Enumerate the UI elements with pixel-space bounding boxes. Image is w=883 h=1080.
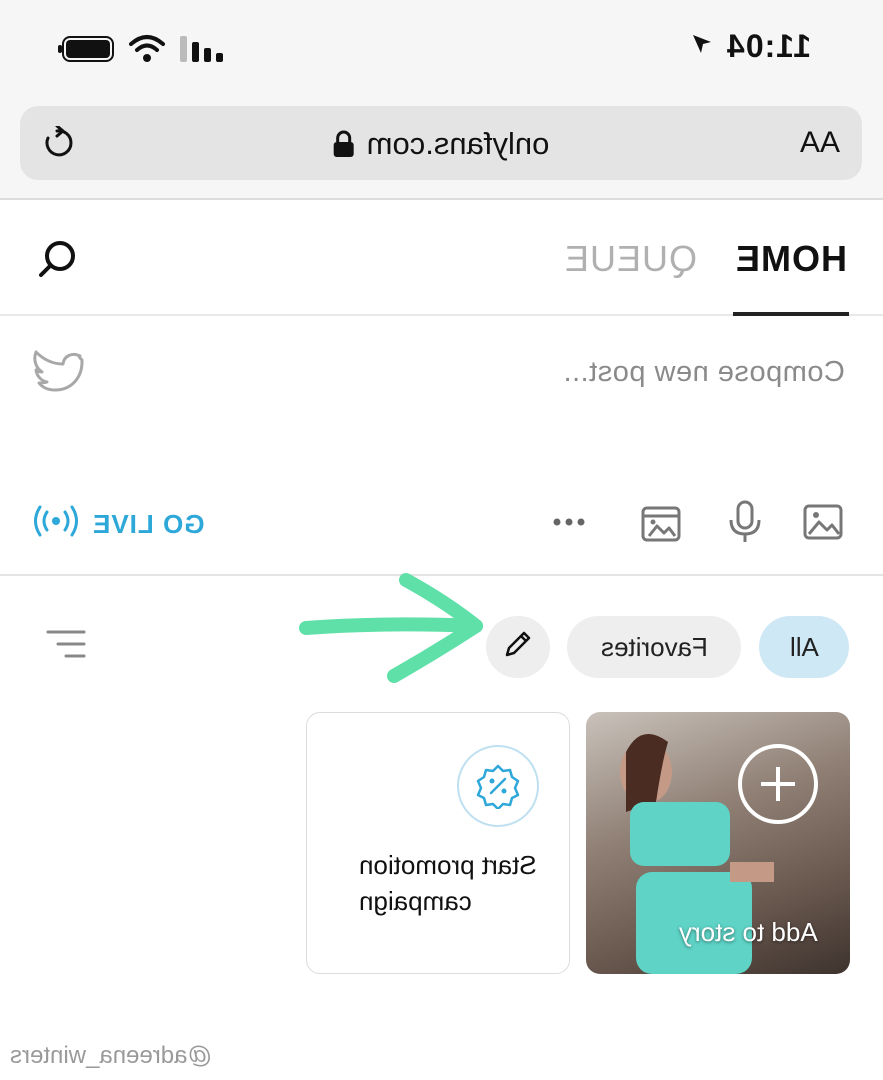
reader-settings-button[interactable]: AA — [800, 126, 840, 160]
status-time: 11:04 — [725, 28, 811, 64]
cellular-signal-icon — [180, 36, 224, 67]
broadcast-icon — [32, 504, 80, 545]
battery-icon — [58, 36, 114, 67]
status-bar: 11:04 — [0, 0, 883, 100]
annotation-arrow-icon — [296, 566, 496, 691]
filter-all-label: All — [789, 631, 819, 662]
home-tabs: HOME QUEUE — [0, 202, 883, 316]
twitter-share-icon[interactable] — [32, 350, 84, 399]
filter-all-chip[interactable]: All — [759, 616, 849, 678]
more-options-icon[interactable] — [545, 498, 593, 546]
filter-favorites-label: Favorites — [600, 631, 708, 662]
filter-favorites-chip[interactable]: Favorites — [567, 616, 741, 678]
microphone-icon[interactable] — [721, 498, 769, 546]
active-tab-indicator — [733, 312, 849, 316]
add-to-story-label: Add to story — [679, 917, 818, 947]
compose-input[interactable]: Compose new post... — [563, 356, 845, 389]
vault-icon[interactable] — [637, 498, 685, 546]
tab-queue[interactable]: QUEUE — [564, 238, 697, 280]
url-display[interactable]: onlyfans.com — [333, 126, 550, 162]
wifi-icon — [128, 34, 166, 69]
start-promotion-label: Start promotion campaign — [359, 850, 537, 916]
image-icon[interactable] — [799, 498, 847, 546]
address-bar[interactable]: AA onlyfans.com — [20, 106, 862, 180]
go-live-button[interactable]: GO LIVE — [32, 504, 204, 545]
go-live-label: GO LIVE — [92, 509, 205, 539]
search-icon[interactable] — [36, 238, 80, 282]
start-promotion-card[interactable]: Start promotion campaign — [306, 712, 570, 974]
add-to-story-card[interactable]: Add to story — [586, 712, 850, 974]
clock: 11:04 — [690, 28, 811, 65]
reload-icon[interactable] — [40, 124, 74, 165]
browser-chrome: AA onlyfans.com — [0, 100, 883, 200]
sort-lines-icon[interactable] — [42, 624, 90, 668]
url-text: onlyfans.com — [366, 126, 550, 161]
tab-home[interactable]: HOME — [735, 238, 847, 280]
add-story-plus-icon — [738, 744, 818, 824]
discount-badge-icon — [457, 745, 539, 827]
status-icons — [58, 34, 224, 69]
location-arrow-icon — [690, 32, 714, 61]
compose-toolbar: GO LIVE — [0, 490, 883, 576]
watermark-text: @adreena_winters — [10, 1042, 212, 1069]
lock-icon — [333, 130, 355, 158]
pencil-icon — [504, 630, 532, 665]
